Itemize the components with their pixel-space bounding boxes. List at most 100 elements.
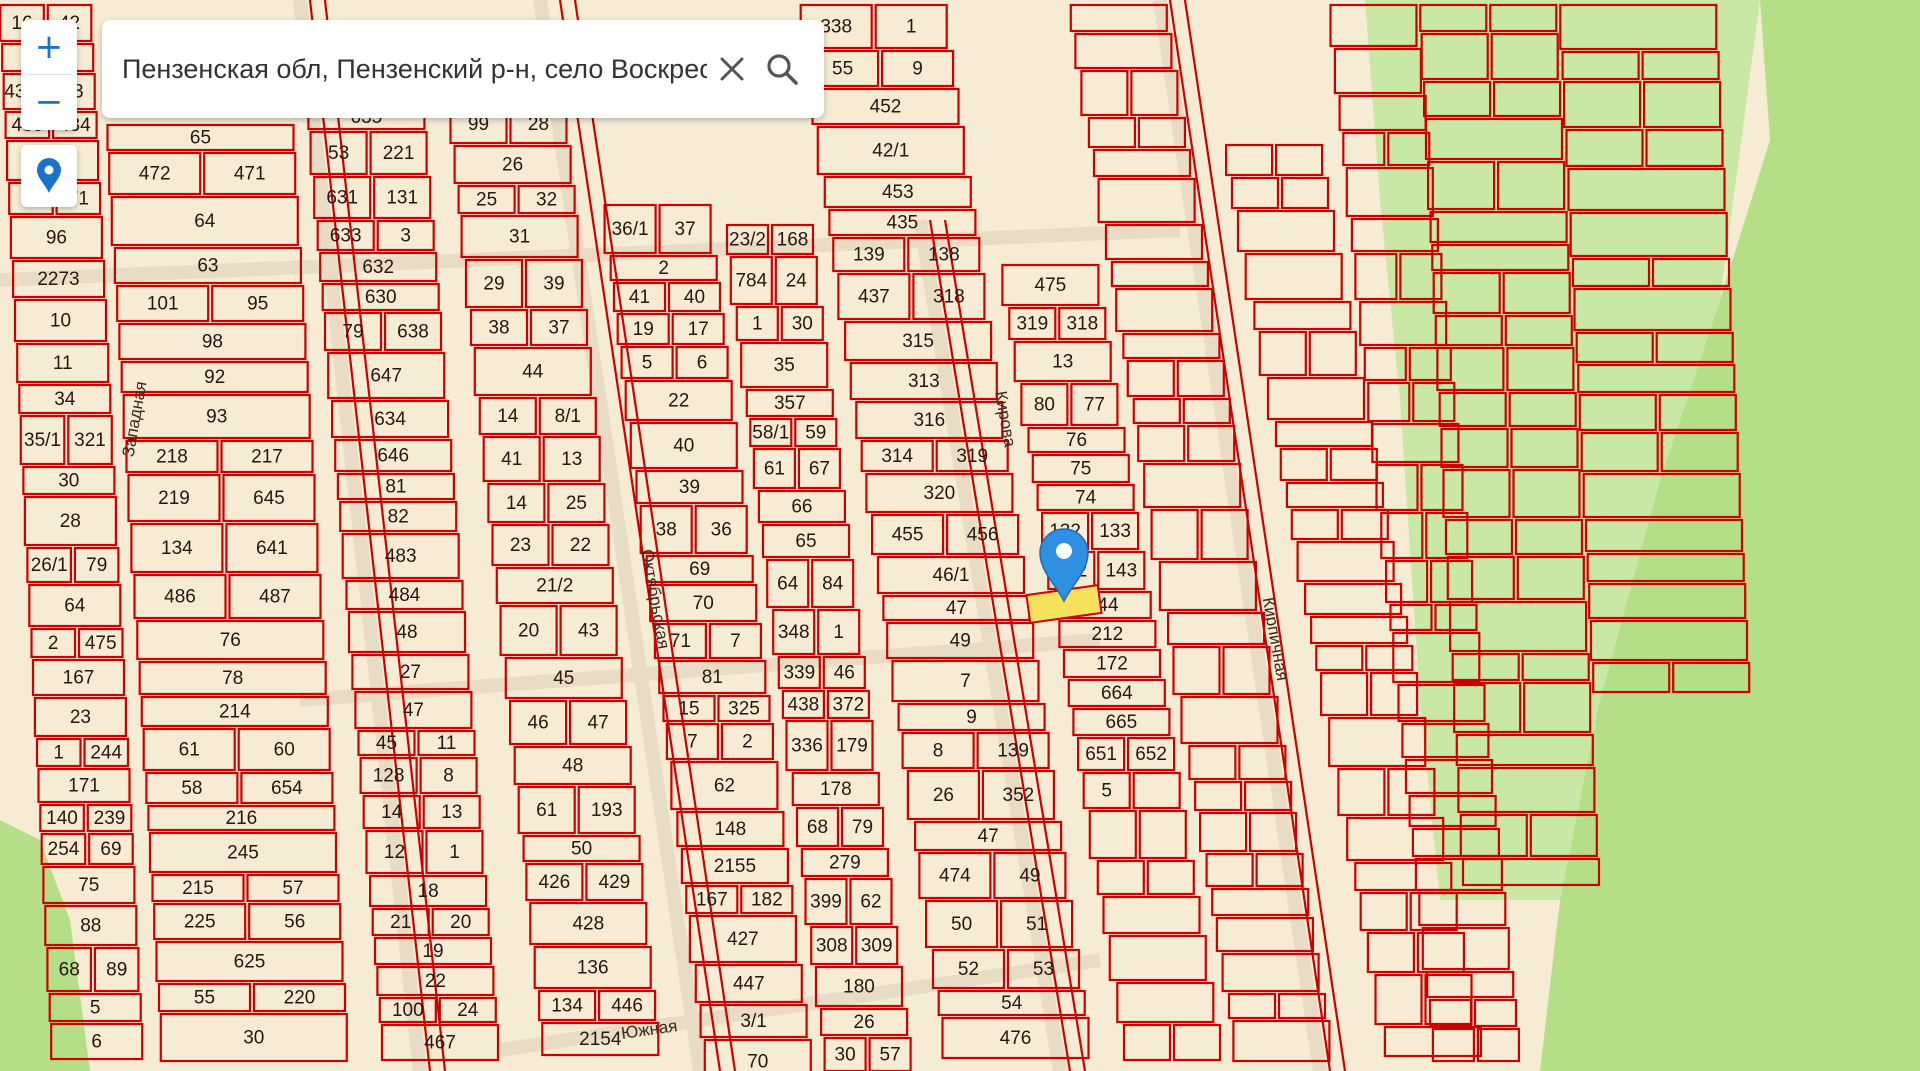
parcel-number: 61 bbox=[764, 459, 785, 480]
parcel-number: 3/1 bbox=[740, 1011, 766, 1032]
parcel-number: 45 bbox=[553, 668, 574, 689]
parcel-number: 638 bbox=[397, 322, 429, 343]
parcel-number: 6 bbox=[697, 353, 708, 374]
parcel-number: 651 bbox=[1085, 744, 1117, 765]
parcel-number: 452 bbox=[870, 97, 902, 118]
zoom-control: + − bbox=[21, 20, 77, 130]
parcel-number: 40 bbox=[684, 287, 705, 308]
parcel-number: 52 bbox=[958, 959, 979, 980]
parcel-number: 279 bbox=[829, 853, 861, 874]
parcel-number: 38 bbox=[656, 520, 677, 541]
parcel-number: 625 bbox=[234, 952, 266, 973]
parcel-number: 70 bbox=[693, 593, 714, 614]
parcel-number: 631 bbox=[326, 188, 358, 209]
parcel-number: 1 bbox=[53, 743, 64, 764]
parcel-number: 319 bbox=[956, 446, 988, 467]
parcel-number: 50 bbox=[951, 914, 972, 935]
parcel-number: 65 bbox=[190, 128, 211, 149]
parcel-number: 7 bbox=[960, 671, 971, 692]
parcel-number: 426 bbox=[539, 872, 571, 893]
parcel-number: 647 bbox=[370, 366, 402, 387]
parcel-number: 98 bbox=[202, 332, 223, 353]
parcel-number: 339 bbox=[783, 663, 815, 684]
parcel-number: 79 bbox=[852, 817, 873, 838]
parcel-number: 9 bbox=[966, 707, 977, 728]
parcel-number: 41 bbox=[501, 449, 522, 470]
parcel-number: 82 bbox=[388, 507, 409, 528]
parcel-number: 646 bbox=[377, 446, 409, 467]
parcel-number: 7 bbox=[730, 631, 741, 652]
parcel-number: 30 bbox=[243, 1028, 264, 1049]
parcel-number: 75 bbox=[78, 875, 99, 896]
parcel-number: 784 bbox=[735, 271, 767, 292]
parcel-number: 56 bbox=[284, 912, 305, 933]
parcel-number: 80 bbox=[1034, 395, 1055, 416]
parcel-number: 484 bbox=[389, 585, 421, 606]
parcel-number: 26/1 bbox=[31, 555, 68, 576]
parcel-number: 46 bbox=[528, 713, 549, 734]
parcel-number: 315 bbox=[902, 331, 934, 352]
my-location-button[interactable] bbox=[21, 145, 77, 207]
parcel-number: 483 bbox=[385, 546, 417, 567]
parcel-number: 22 bbox=[425, 971, 446, 992]
parcel-number: 76 bbox=[220, 630, 241, 651]
parcel-number: 5 bbox=[642, 353, 653, 374]
parcel-number: 8/1 bbox=[555, 406, 581, 427]
parcel-number: 30 bbox=[835, 1045, 856, 1066]
parcel-number: 13 bbox=[1052, 352, 1073, 373]
parcel-number: 21/2 bbox=[536, 576, 573, 597]
parcel-number: 77 bbox=[1084, 395, 1105, 416]
parcel-number: 45 bbox=[376, 733, 397, 754]
parcel-number: 136 bbox=[577, 958, 609, 979]
parcel-number: 49 bbox=[1019, 866, 1040, 887]
parcel-number: 314 bbox=[881, 446, 913, 467]
parcel-number: 23 bbox=[70, 707, 91, 728]
parcel-number: 24 bbox=[457, 1000, 479, 1021]
parcel-number: 61 bbox=[536, 800, 557, 821]
parcel-number: 26 bbox=[933, 785, 954, 806]
parcel-number: 22 bbox=[668, 391, 689, 412]
parcel-number: 447 bbox=[733, 974, 765, 995]
parcel-number: 357 bbox=[774, 393, 806, 414]
parcel-number: 652 bbox=[1135, 744, 1167, 765]
parcel-number: 26 bbox=[502, 155, 523, 176]
parcel-number: 348 bbox=[778, 622, 810, 643]
parcel-number: 74 bbox=[1075, 488, 1097, 509]
parcel-number: 25 bbox=[566, 493, 587, 514]
parcel-number: 47 bbox=[588, 713, 609, 734]
parcel-number: 61 bbox=[179, 740, 200, 761]
parcel-number: 29 bbox=[483, 274, 504, 295]
parcel-number: 630 bbox=[365, 287, 397, 308]
search-button[interactable] bbox=[757, 44, 807, 94]
parcel-number: 25 bbox=[476, 190, 497, 211]
parcel-number: 5 bbox=[90, 998, 101, 1019]
parcel-number: 645 bbox=[253, 488, 285, 509]
parcel-number: 214 bbox=[219, 702, 251, 723]
parcel-number: 2273 bbox=[37, 269, 79, 290]
clear-search-button[interactable] bbox=[707, 44, 757, 94]
zoom-in-button[interactable]: + bbox=[21, 20, 77, 74]
zoom-out-button[interactable]: − bbox=[21, 75, 77, 129]
parcel-number: 167 bbox=[696, 890, 728, 911]
cadastral-map[interactable]: 164248543763343343457707196227310113435/… bbox=[0, 0, 1920, 1071]
parcel-number: 15 bbox=[678, 699, 699, 720]
parcel-number: 215 bbox=[182, 878, 214, 899]
parcel-number: 654 bbox=[271, 778, 303, 799]
parcel-number: 179 bbox=[836, 736, 868, 757]
parcel-number: 321 bbox=[74, 430, 106, 451]
parcel-number: 100 bbox=[392, 1000, 424, 1021]
parcel-number: 41 bbox=[629, 287, 650, 308]
parcel-number: 37 bbox=[675, 219, 696, 240]
parcel-number: 456 bbox=[967, 525, 999, 546]
search-input[interactable] bbox=[122, 53, 707, 85]
parcel-number: 21 bbox=[390, 912, 411, 933]
parcel-number: 88 bbox=[80, 916, 101, 937]
parcel-number: 221 bbox=[383, 143, 415, 164]
parcel-number: 138 bbox=[928, 245, 960, 266]
parcel-number: 42/1 bbox=[872, 141, 909, 162]
parcel-number: 325 bbox=[728, 699, 760, 720]
close-icon bbox=[720, 57, 744, 81]
parcel-number: 39 bbox=[679, 477, 700, 498]
parcel-number: 84 bbox=[822, 574, 844, 595]
parcel-number: 55 bbox=[194, 988, 215, 1009]
